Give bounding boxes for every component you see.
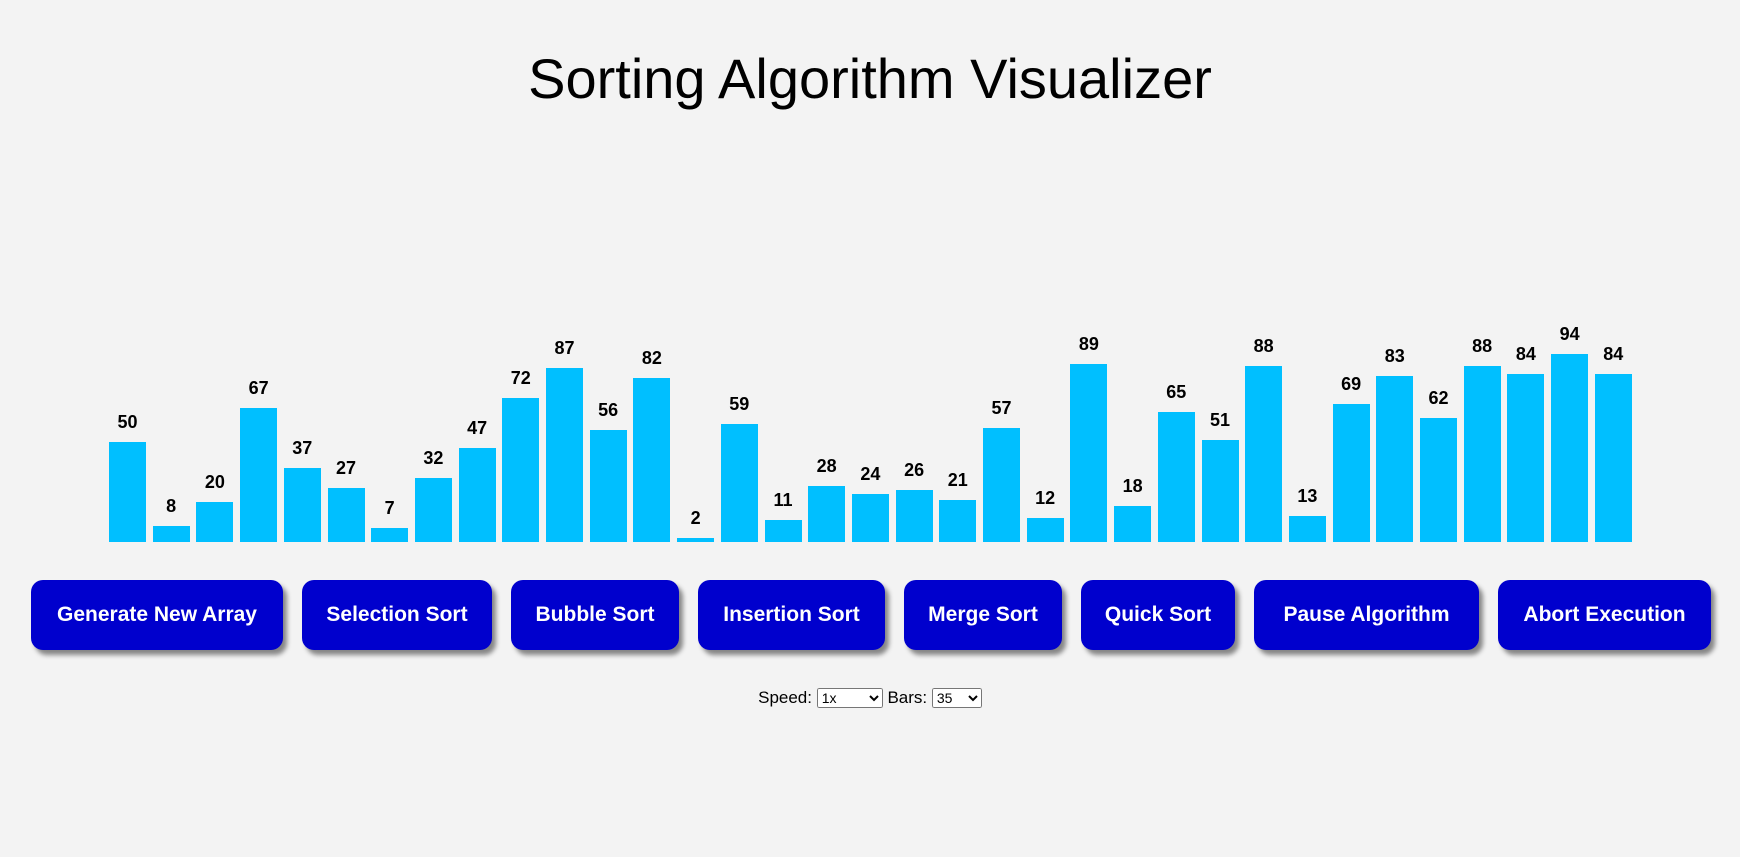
bar-value-label: 89: [1078, 334, 1099, 354]
bar-value-label: 82: [641, 348, 662, 368]
bar-value-label: 7: [384, 498, 395, 518]
merge-sort-button[interactable]: Merge Sort: [904, 580, 1062, 650]
bar-value-label: 32: [423, 448, 444, 468]
bar: [1157, 412, 1195, 542]
bar: [109, 442, 146, 542]
bar-value-label: 65: [1166, 382, 1187, 402]
speed-select[interactable]: 1x: [816, 688, 883, 708]
quick-sort-button[interactable]: Quick Sort: [1081, 580, 1235, 650]
bar-value-label: 11: [773, 490, 793, 510]
bar: [1026, 518, 1064, 542]
bar-value-label: 13: [1297, 486, 1318, 506]
bar-value-label: 88: [1253, 336, 1274, 356]
bar: [589, 430, 627, 542]
bar: [458, 448, 496, 542]
bars-label: Bars:: [887, 688, 928, 707]
bar-value-label: 57: [991, 398, 1012, 418]
bar-value-label: 8: [166, 496, 177, 516]
bar: [1288, 516, 1326, 542]
bar-value-label: 18: [1122, 476, 1143, 496]
bar-value-label: 87: [554, 338, 575, 358]
bar-value-label: 84: [1515, 344, 1536, 364]
bar-value-label: 12: [1035, 488, 1056, 508]
bar: [1332, 404, 1370, 542]
bar-value-label: 56: [598, 400, 619, 420]
bar-value-label: 94: [1559, 324, 1580, 344]
bar: [677, 538, 715, 542]
bar-value-label: 27: [335, 458, 357, 478]
speed-label: Speed:: [758, 688, 812, 707]
bar: [414, 478, 452, 542]
bar: [1420, 418, 1457, 542]
bar-value-label: 21: [947, 470, 968, 490]
bar-value-label: 50: [117, 412, 138, 432]
bar-value-label: 2: [690, 508, 701, 528]
insertion-sort-button[interactable]: Insertion Sort: [698, 580, 885, 650]
abort-execution-button[interactable]: Abort Execution: [1498, 580, 1711, 650]
bar: [1245, 366, 1283, 542]
bar: [895, 490, 933, 542]
bar: [1463, 366, 1501, 542]
bar: [808, 486, 846, 542]
bar-value-label: 72: [510, 368, 531, 388]
bar: [720, 424, 758, 542]
bar: [196, 502, 234, 542]
bar-value-label: 51: [1209, 410, 1231, 430]
bar: [1594, 374, 1632, 542]
bar-value-label: 83: [1384, 346, 1405, 366]
bar: [240, 408, 278, 542]
bar: [283, 468, 321, 542]
bar: [152, 526, 190, 542]
bar: [371, 528, 409, 542]
bar-value-label: 67: [248, 378, 269, 398]
selection-sort-button[interactable]: Selection Sort: [302, 580, 492, 650]
bar-chart: 50 8 20 67 37 27 7 32 47 72 87 56 82 2 59 11 28 24 26 21 57 1…: [0, 0, 1740, 560]
controls: Speed: 1x Bars: 35: [0, 688, 1740, 708]
bubble-sort-button[interactable]: Bubble Sort: [511, 580, 679, 650]
bar: [764, 520, 802, 542]
bar: [1114, 506, 1152, 542]
generate-new-array-button[interactable]: Generate New Array: [31, 580, 283, 650]
bar: [502, 398, 540, 542]
bars-select[interactable]: 35: [931, 688, 982, 708]
bar-value-label: 20: [204, 472, 225, 492]
bar-value-label: 37: [292, 438, 313, 458]
bar: [851, 494, 889, 542]
bar-value-label: 47: [467, 418, 488, 438]
bar-value-label: 59: [729, 394, 750, 414]
pause-algorithm-button[interactable]: Pause Algorithm: [1254, 580, 1479, 650]
bar: [983, 428, 1020, 542]
bar: [1507, 374, 1545, 542]
bar-value-label: 69: [1341, 374, 1362, 394]
bar-value-label: 62: [1428, 388, 1449, 408]
button-row: Generate New Array Selection Sort Bubble…: [31, 580, 1711, 650]
bar: [1201, 440, 1239, 542]
bar: [939, 500, 977, 542]
bar-value-label: 84: [1603, 344, 1624, 364]
bar: [1070, 364, 1108, 542]
bar: [546, 368, 583, 542]
bar: [1551, 354, 1589, 542]
